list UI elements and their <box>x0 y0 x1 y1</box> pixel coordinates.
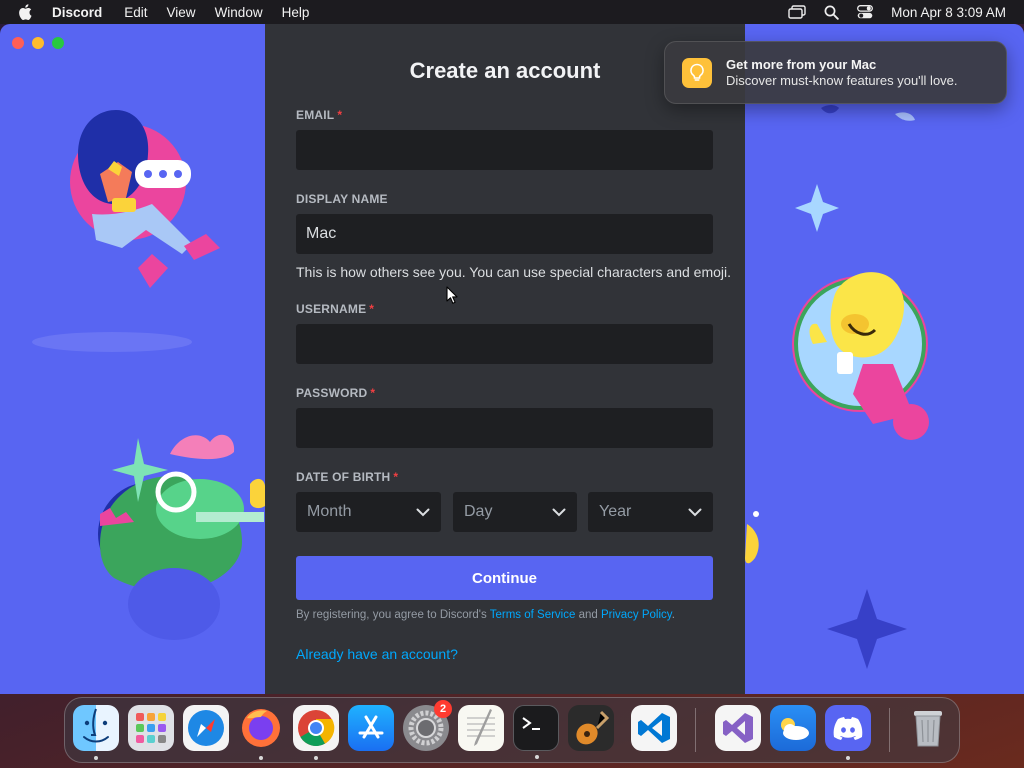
legal-suffix: . <box>671 609 675 621</box>
year-placeholder: Year <box>599 503 632 520</box>
mouse-cursor-icon <box>446 286 458 304</box>
running-indicator <box>535 755 539 759</box>
menu-view[interactable]: View <box>167 5 196 20</box>
control-center-icon[interactable] <box>857 5 874 19</box>
dock-vscode[interactable] <box>631 705 677 751</box>
textedit-icon <box>467 709 495 746</box>
continue-button[interactable]: Continue <box>296 556 713 600</box>
dock-firefox[interactable] <box>238 705 284 760</box>
running-indicator <box>846 756 850 760</box>
display-name-hint: This is how others see you. You can use … <box>296 264 732 280</box>
window-minimize-button[interactable] <box>32 37 44 49</box>
email-label-text: EMAIL <box>296 108 335 122</box>
terminal-icon <box>522 717 540 730</box>
year-select[interactable]: Year <box>588 492 713 532</box>
dock-textedit[interactable] <box>458 705 504 751</box>
left-background-illustration <box>32 110 265 640</box>
email-required-mark: * <box>337 108 343 122</box>
date-of-birth-label-text: DATE OF BIRTH <box>296 470 391 484</box>
menubar-clock[interactable]: Mon Apr 8 3:09 AM <box>891 5 1006 20</box>
email-field[interactable] <box>296 130 713 170</box>
running-indicator <box>314 756 318 760</box>
chevron-down-icon <box>688 508 702 516</box>
dock-chrome[interactable] <box>293 705 339 760</box>
lightbulb-icon <box>682 57 712 88</box>
password-field[interactable] <box>296 408 713 448</box>
discord-window: Create an account EMAIL * DISPLAY NAME Ma… <box>0 24 1024 694</box>
firefox-icon <box>242 709 280 747</box>
apple-menu-icon[interactable] <box>18 4 34 20</box>
dock-garageband[interactable] <box>568 705 614 751</box>
notification-body: Discover must-know features you'll love. <box>726 73 958 88</box>
dock-launchpad[interactable] <box>128 705 174 751</box>
dock-separator <box>695 708 696 752</box>
terms-of-service-link[interactable]: Terms of Service <box>490 609 576 621</box>
trash-icon <box>914 711 942 747</box>
dock-safari[interactable] <box>183 705 229 751</box>
running-indicator <box>94 756 98 760</box>
vscode-icon <box>638 713 670 743</box>
screen-mirroring-icon[interactable] <box>788 5 806 19</box>
menu-bar: Discord Edit View Window Help Mon Apr 8 … <box>0 0 1024 24</box>
dock-visual-studio[interactable] <box>715 705 761 751</box>
tips-notification[interactable]: Get more from your Mac Discover must-kno… <box>664 41 1007 104</box>
dock-app-store[interactable] <box>348 705 394 751</box>
login-link[interactable]: Already have an account? <box>296 646 458 662</box>
menu-window[interactable]: Window <box>215 5 263 20</box>
safari-icon <box>188 710 224 746</box>
dock: 2 <box>64 697 960 763</box>
display-name-field[interactable]: Mac <box>296 214 713 254</box>
dock-trash[interactable] <box>905 705 951 751</box>
password-required-mark: * <box>370 386 376 400</box>
menu-edit[interactable]: Edit <box>124 5 147 20</box>
app-menu-discord[interactable]: Discord <box>52 5 102 20</box>
window-zoom-button[interactable] <box>52 37 64 49</box>
app-store-icon <box>358 715 384 739</box>
guitar-icon <box>576 710 610 745</box>
chrome-icon <box>298 710 335 747</box>
menu-help[interactable]: Help <box>282 5 310 20</box>
weather-icon <box>781 718 809 740</box>
finder-icon <box>83 708 109 743</box>
month-select[interactable]: Month <box>296 492 441 532</box>
username-field[interactable] <box>296 324 713 364</box>
visual-studio-icon <box>723 713 753 743</box>
dock-weather[interactable] <box>770 705 816 751</box>
day-placeholder: Day <box>464 503 493 520</box>
legal-notice: By registering, you agree to Discord's T… <box>296 609 675 621</box>
dock-discord[interactable] <box>825 705 871 760</box>
launchpad-icon <box>136 713 166 743</box>
username-label-text: USERNAME <box>296 302 367 316</box>
chevron-down-icon <box>552 508 566 516</box>
window-controls <box>12 37 64 49</box>
dock-finder[interactable] <box>73 705 119 760</box>
window-close-button[interactable] <box>12 37 24 49</box>
running-indicator <box>259 756 263 760</box>
email-label: EMAIL * <box>296 108 342 122</box>
legal-prefix: By registering, you agree to Discord's <box>296 609 490 621</box>
right-background-illustration <box>745 105 929 669</box>
dock-separator <box>889 708 890 752</box>
chevron-down-icon <box>416 508 430 516</box>
discord-icon <box>833 717 863 740</box>
dock-system-settings[interactable]: 2 <box>403 700 452 751</box>
password-label: PASSWORD * <box>296 386 375 400</box>
date-of-birth-required-mark: * <box>393 470 399 484</box>
date-of-birth-label: DATE OF BIRTH * <box>296 470 398 484</box>
notification-title: Get more from your Mac <box>726 57 877 72</box>
username-label: USERNAME * <box>296 302 374 316</box>
spotlight-search-icon[interactable] <box>824 5 839 20</box>
password-label-text: PASSWORD <box>296 386 368 400</box>
month-placeholder: Month <box>307 503 352 520</box>
dock-terminal[interactable] <box>513 705 559 759</box>
day-select[interactable]: Day <box>453 492 577 532</box>
privacy-policy-link[interactable]: Privacy Policy <box>601 609 672 621</box>
display-name-label: DISPLAY NAME <box>296 192 388 206</box>
registration-panel: Create an account EMAIL * DISPLAY NAME Ma… <box>265 24 745 694</box>
legal-and: and <box>575 609 601 621</box>
notification-badge: 2 <box>434 700 452 718</box>
username-required-mark: * <box>369 302 375 316</box>
